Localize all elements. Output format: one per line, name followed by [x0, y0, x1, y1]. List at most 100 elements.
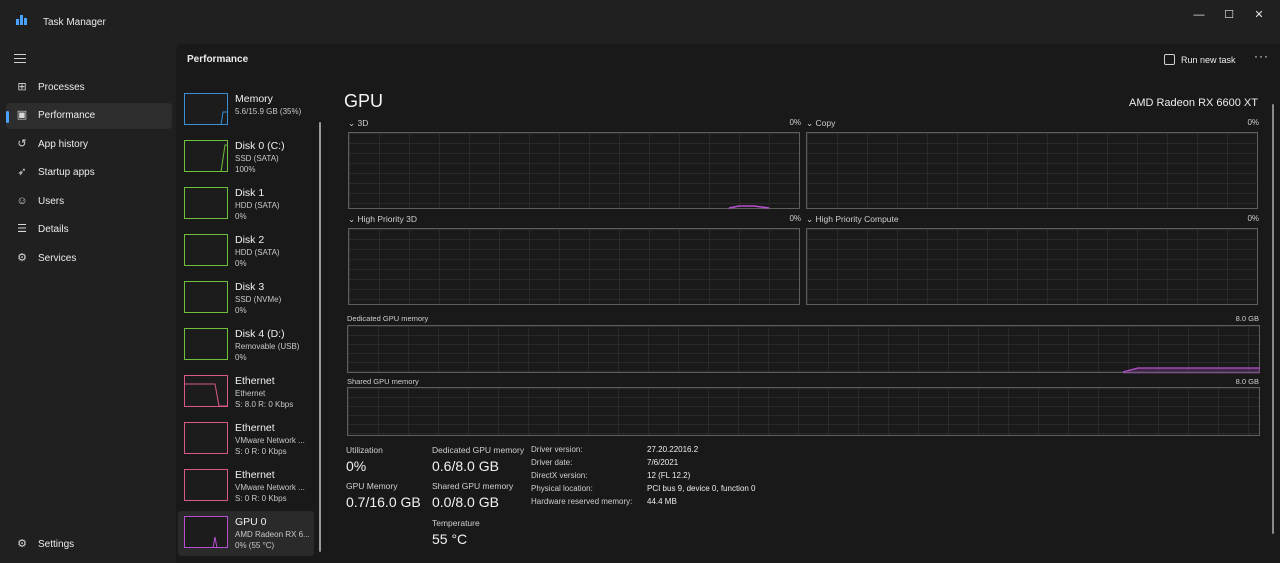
device-item[interactable]: Memory 5.6/15.9 GB (35%)	[178, 88, 314, 133]
driver-version-value: 27.20.22016.2	[647, 445, 699, 454]
temperature-value: 55 °C	[432, 531, 468, 547]
page-title: Performance	[187, 54, 249, 65]
title-bar: Task Manager — ☐ ✕	[0, 0, 1280, 44]
device-thumbnail	[184, 281, 228, 313]
nav-item-users[interactable]: ☺ Users	[6, 189, 172, 215]
dedicated-memory-value: 0.6/8.0 GB	[432, 458, 499, 474]
nav-item-label: App history	[38, 139, 89, 150]
more-options-button[interactable]: ···	[1254, 49, 1269, 63]
device-item[interactable]: Disk 1 HDD (SATA) 0%	[178, 182, 314, 227]
nav-item-label: Startup apps	[38, 167, 95, 178]
task-manager-icon	[16, 15, 28, 25]
nav-item-label: Processes	[38, 82, 85, 93]
device-status: 0%	[235, 353, 247, 362]
nav-item-label: Services	[38, 253, 77, 264]
task-manager-window: Task Manager — ☐ ✕ ⊞ Processes ▣ Perform…	[0, 0, 1280, 563]
device-thumbnail	[184, 516, 228, 548]
device-item[interactable]: Ethernet Ethernet S: 8.0 R: 0 Kbps	[178, 370, 314, 415]
reserved-memory-label: Hardware reserved memory:	[531, 497, 633, 506]
device-status: 0% (55 °C)	[235, 541, 275, 550]
device-thumbnail	[184, 93, 228, 125]
engine-hp3d-label[interactable]: ⌄ High Priority 3D	[348, 214, 417, 225]
nav-item-settings[interactable]: ⚙ Settings	[6, 532, 172, 558]
device-subtitle: SSD (NVMe)	[235, 295, 282, 304]
nav-item-label: Performance	[38, 110, 96, 121]
detail-scrollbar[interactable]	[1272, 104, 1274, 534]
device-name: Disk 2	[235, 234, 265, 246]
maximize-button[interactable]: ☐	[1214, 6, 1244, 24]
device-subtitle: VMware Network ...	[235, 436, 305, 445]
engine-hp3d-value: 0%	[789, 214, 801, 223]
device-list: Memory 5.6/15.9 GB (35%) Disk 0 (C:) SSD (S…	[178, 80, 316, 563]
directx-version-label: DirectX version:	[531, 471, 588, 480]
device-item[interactable]: Disk 3 SSD (NVMe) 0%	[178, 276, 314, 321]
device-status: 0%	[235, 212, 247, 221]
startup-icon: ➶	[17, 166, 27, 178]
users-icon: ☺	[16, 195, 28, 207]
device-status: S: 0 R: 0 Kbps	[235, 447, 287, 456]
dedicated-memory-graph	[347, 325, 1260, 374]
device-subtitle: AMD Radeon RX 6...	[235, 530, 310, 539]
shared-memory-label: Shared GPU memory	[432, 481, 514, 491]
shared-graph-max: 8.0 GB	[1235, 377, 1259, 386]
gpu-memory-value: 0.7/16.0 GB	[346, 494, 421, 510]
run-new-task-label: Run new task	[1181, 55, 1236, 65]
engine-copy-label[interactable]: ⌄ Copy	[806, 118, 835, 129]
engine-hp3d-graph	[348, 228, 800, 305]
device-item[interactable]: Ethernet VMware Network ... S: 0 R: 0 Kbps	[178, 417, 314, 462]
device-subtitle: HDD (SATA)	[235, 201, 280, 210]
device-item[interactable]: Disk 2 HDD (SATA) 0%	[178, 229, 314, 274]
nav-item-services[interactable]: ⚙ Services	[6, 246, 172, 272]
device-name: Ethernet	[235, 469, 275, 481]
nav-item-label: Users	[38, 196, 65, 207]
device-model: AMD Radeon RX 6600 XT	[1128, 97, 1258, 109]
close-button[interactable]: ✕	[1244, 6, 1274, 24]
dedicated-memory-label: Dedicated GPU memory	[432, 445, 525, 455]
device-subtitle: Removable (USB)	[235, 342, 300, 351]
hamburger-menu-icon[interactable]	[14, 54, 26, 64]
device-item[interactable]: Disk 0 (C:) SSD (SATA) 100%	[178, 135, 314, 180]
engine-copy-value: 0%	[1247, 118, 1259, 127]
device-thumbnail	[184, 375, 228, 407]
device-name: Ethernet	[235, 422, 275, 434]
performance-icon: ▣	[16, 109, 28, 121]
physical-location-label: Physical location:	[531, 484, 593, 493]
services-icon: ⚙	[17, 252, 27, 264]
nav-item-label: Details	[38, 224, 69, 235]
minimize-button[interactable]: —	[1184, 6, 1214, 24]
shared-graph-label: Shared GPU memory	[347, 377, 419, 386]
gpu-detail: GPU AMD Radeon RX 6600 XT ⌄ 3D 0% ⌄ Copy…	[344, 80, 1274, 563]
device-name: Disk 0 (C:)	[235, 140, 285, 152]
device-item[interactable]: Disk 4 (D:) Removable (USB) 0%	[178, 323, 314, 368]
engine-3d-graph	[348, 132, 800, 209]
device-item-hidden[interactable]	[178, 80, 314, 87]
device-list-scrollbar[interactable]	[319, 122, 321, 552]
details-icon: ☰	[17, 223, 27, 235]
device-thumbnail	[184, 422, 228, 454]
driver-version-label: Driver version:	[531, 445, 583, 454]
engine-3d-label[interactable]: ⌄ 3D	[348, 118, 368, 129]
nav-item-label: Settings	[38, 539, 75, 550]
engine-hpcompute-graph	[806, 228, 1258, 305]
device-name: Disk 1	[235, 187, 265, 199]
device-status: 100%	[235, 165, 256, 174]
device-item[interactable]: GPU 0 AMD Radeon RX 6... 0% (55 °C)	[178, 511, 314, 556]
active-indicator	[6, 111, 9, 123]
nav-item-startup-apps[interactable]: ➶ Startup apps	[6, 160, 172, 186]
gpu-memory-label: GPU Memory	[346, 481, 398, 491]
run-task-icon	[1164, 54, 1175, 65]
device-name: Disk 4 (D:)	[235, 328, 285, 340]
engine-hpcompute-label[interactable]: ⌄ High Priority Compute	[806, 214, 899, 225]
device-status: 0%	[235, 259, 247, 268]
device-thumbnail	[184, 187, 228, 219]
nav-item-processes[interactable]: ⊞ Processes	[6, 75, 172, 101]
device-item[interactable]: Ethernet VMware Network ... S: 0 R: 0 Kbps	[178, 464, 314, 509]
device-subtitle: SSD (SATA)	[235, 154, 279, 163]
dedicated-graph-max: 8.0 GB	[1235, 314, 1259, 323]
nav-item-app-history[interactable]: ↺ App history	[6, 132, 172, 158]
nav-item-performance[interactable]: ▣ Performance	[6, 103, 172, 129]
device-thumbnail	[184, 234, 228, 266]
device-thumbnail	[184, 328, 228, 360]
nav-item-details[interactable]: ☰ Details	[6, 217, 172, 243]
temperature-label: Temperature	[432, 518, 480, 528]
